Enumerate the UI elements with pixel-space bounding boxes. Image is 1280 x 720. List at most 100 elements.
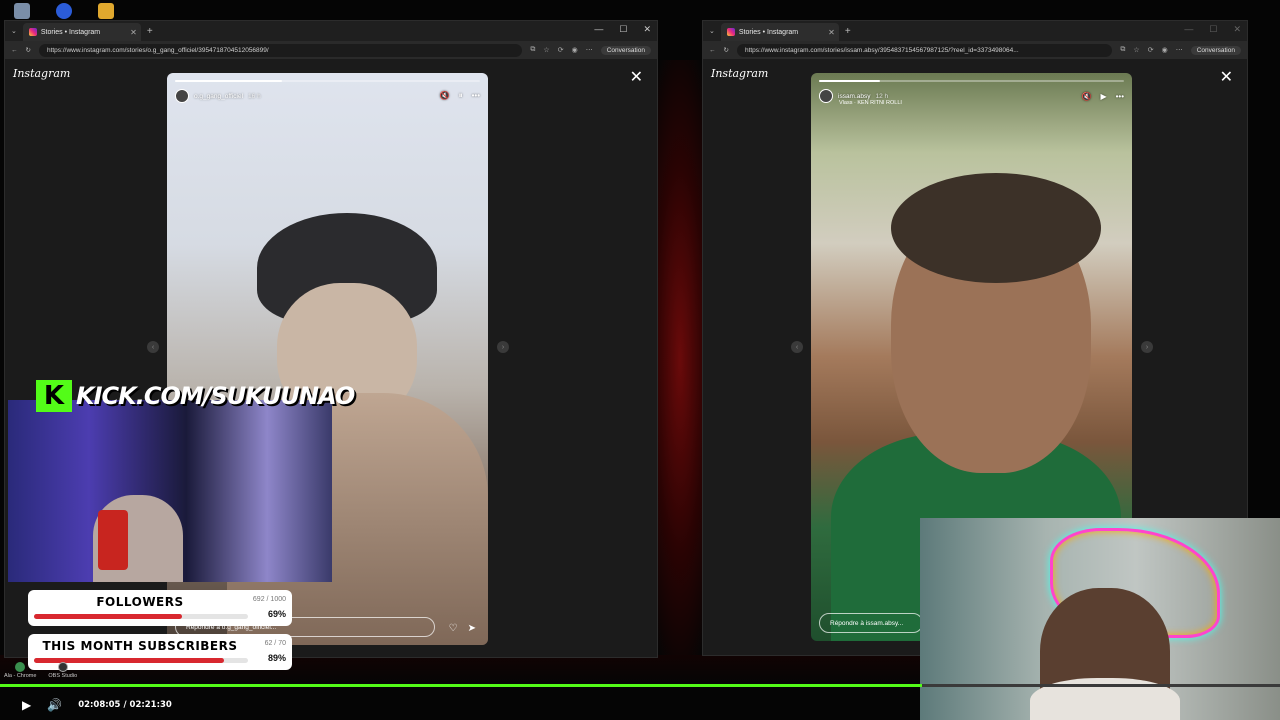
story-username[interactable]: issam.absy <box>838 93 871 100</box>
kick-banner: K KICK.COM/SUKUUNAO <box>36 380 355 412</box>
instagram-favicon-icon <box>726 28 735 36</box>
followers-goal-widget: FOLLOWERS 692 / 1000 69% <box>28 590 292 626</box>
current-time: 02:08:05 <box>78 700 121 710</box>
sync-icon[interactable]: ⟳ <box>558 46 564 54</box>
profile-icon[interactable]: ◉ <box>1162 46 1168 54</box>
story-time: 16 h <box>248 92 261 100</box>
taskbar-app-label: OBS Studio <box>48 673 78 679</box>
conversation-button[interactable]: Conversation <box>600 45 651 55</box>
right-tab-stories[interactable]: Stories • Instagram ✕ <box>720 23 839 41</box>
story-progress-bar <box>175 80 480 82</box>
window-controls: — ☐ ✕ <box>1184 24 1241 35</box>
right-tab-bar: ⌄ Stories • Instagram ✕ + — ☐ ✕ <box>703 21 1247 41</box>
gaming-chair <box>98 510 128 570</box>
video-seek-bar[interactable] <box>0 684 1280 687</box>
followers-progress-fill <box>34 614 182 619</box>
next-story-arrow[interactable]: › <box>497 341 509 353</box>
close-window-button[interactable]: ✕ <box>643 24 651 35</box>
video-player-controls: ▶ 🔊 02:08:05 / 02:21:30 <box>0 690 1280 720</box>
right-tab-title: Stories • Instagram <box>738 28 799 36</box>
more-options-icon[interactable]: ••• <box>472 91 480 101</box>
pause-icon[interactable]: ⏸ <box>459 91 463 101</box>
minimize-button[interactable]: — <box>1184 24 1193 35</box>
play-button[interactable]: ▶ <box>22 698 31 712</box>
more-options-icon[interactable]: ••• <box>1116 92 1124 101</box>
maximize-button[interactable]: ☐ <box>619 24 627 35</box>
followers-label: FOLLOWERS <box>96 595 184 609</box>
close-tab-icon[interactable]: ✕ <box>828 28 835 37</box>
followers-progress-bar <box>34 614 248 619</box>
desktop-top-icons <box>14 3 114 21</box>
maximize-button[interactable]: ☐ <box>1209 24 1217 35</box>
recycle-bin-icon[interactable] <box>14 3 30 19</box>
subscribers-label: THIS MONTH SUBSCRIBERS <box>42 639 238 653</box>
story-progress-bar <box>819 80 1124 82</box>
minimize-button[interactable]: — <box>594 24 603 35</box>
story-header: o.g_gang_officiel 16 h 🔇 ⏸ ••• <box>175 89 480 103</box>
close-story-button[interactable]: ✕ <box>630 67 643 87</box>
instagram-favicon-icon <box>28 28 37 36</box>
close-window-button[interactable]: ✕ <box>1233 24 1241 35</box>
more-icon[interactable]: ⋯ <box>586 46 593 54</box>
favorite-star-icon[interactable]: ☆ <box>543 46 549 54</box>
sync-icon[interactable]: ⟳ <box>1148 46 1154 54</box>
send-icon[interactable]: ➤ <box>468 623 476 634</box>
folder-icon[interactable] <box>98 3 114 19</box>
next-story-arrow[interactable]: › <box>1141 341 1153 353</box>
avatar[interactable] <box>175 89 189 103</box>
streamer-webcam-left <box>8 400 332 582</box>
reload-icon[interactable]: ↻ <box>724 46 729 54</box>
video-played-fill <box>0 684 922 687</box>
back-icon[interactable]: ← <box>709 47 716 54</box>
kick-channel-url: KICK.COM/SUKUUNAO <box>76 382 355 410</box>
story-controls: 🔇 ⏸ ••• <box>440 91 480 101</box>
address-bar-icons: ⧉ ☆ ⟳ ◉ ⋯ Conversation <box>1120 45 1241 55</box>
instagram-logo[interactable]: Instagram <box>13 67 70 80</box>
chrome-icon <box>15 662 26 672</box>
taskbar-app-obs[interactable]: OBS Studio <box>48 662 77 679</box>
followers-percent: 69% <box>267 609 286 619</box>
time-separator: / <box>123 700 127 710</box>
volume-icon[interactable]: 🔊 <box>47 698 62 712</box>
mute-icon[interactable]: 🔇 <box>440 91 450 101</box>
reply-actions: ♡ ➤ <box>449 623 476 634</box>
story-audio-label[interactable]: Vlass · KEN RITNI ROLLI <box>839 100 902 106</box>
story-progress-fill <box>175 80 282 82</box>
play-icon[interactable]: ▶ <box>1100 92 1106 101</box>
avatar[interactable] <box>819 89 833 103</box>
story-username[interactable]: o.g_gang_officiel <box>194 93 243 100</box>
new-tab-button[interactable]: + <box>147 26 153 37</box>
instagram-logo[interactable]: Instagram <box>711 67 768 80</box>
left-tab-stories[interactable]: Stories • Instagram ✕ <box>22 23 141 41</box>
conversation-button[interactable]: Conversation <box>1190 45 1241 55</box>
address-bar-icons: ⧉ ☆ ⟳ ◉ ⋯ Conversation <box>530 45 651 55</box>
obs-icon <box>57 662 68 672</box>
heart-icon[interactable]: ♡ <box>449 623 458 634</box>
right-url-field[interactable]: https://www.instagram.com/stories/issam.… <box>736 43 1113 57</box>
new-tab-button[interactable]: + <box>845 26 851 37</box>
favorite-star-icon[interactable]: ☆ <box>1133 46 1139 54</box>
more-icon[interactable]: ⋯ <box>1176 46 1183 54</box>
prev-story-arrow[interactable]: ‹ <box>791 341 803 353</box>
ea-app-icon[interactable] <box>56 3 72 19</box>
close-story-button[interactable]: ✕ <box>1220 67 1233 87</box>
extensions-icon[interactable]: ⧉ <box>530 46 535 54</box>
taskbar-app-chrome[interactable]: Ala - Chrome <box>4 662 36 679</box>
tab-menu-icon[interactable]: ⌄ <box>11 27 17 35</box>
window-controls: — ☐ ✕ <box>594 24 651 35</box>
kick-logo-icon: K <box>36 380 72 412</box>
profile-icon[interactable]: ◉ <box>572 46 578 54</box>
mute-icon[interactable]: 🔇 <box>1081 92 1091 101</box>
followers-count: 692 / 1000 <box>252 596 286 603</box>
close-tab-icon[interactable]: ✕ <box>130 28 137 37</box>
extensions-icon[interactable]: ⧉ <box>1120 46 1125 54</box>
left-url-field[interactable]: https://www.instagram.com/stories/o.g_ga… <box>38 43 523 57</box>
taskbar-apps: Ala - Chrome OBS Studio <box>4 662 77 679</box>
prev-story-arrow[interactable]: ‹ <box>147 341 159 353</box>
left-tab-bar: ⌄ Stories • Instagram ✕ + — ☐ ✕ <box>5 21 657 41</box>
tab-menu-icon[interactable]: ⌄ <box>709 27 715 35</box>
left-tab-title: Stories • Instagram <box>40 28 101 36</box>
reload-icon[interactable]: ↻ <box>26 46 31 54</box>
reply-input[interactable]: Répondre à issam.absy... <box>819 613 923 633</box>
back-icon[interactable]: ← <box>11 47 18 54</box>
